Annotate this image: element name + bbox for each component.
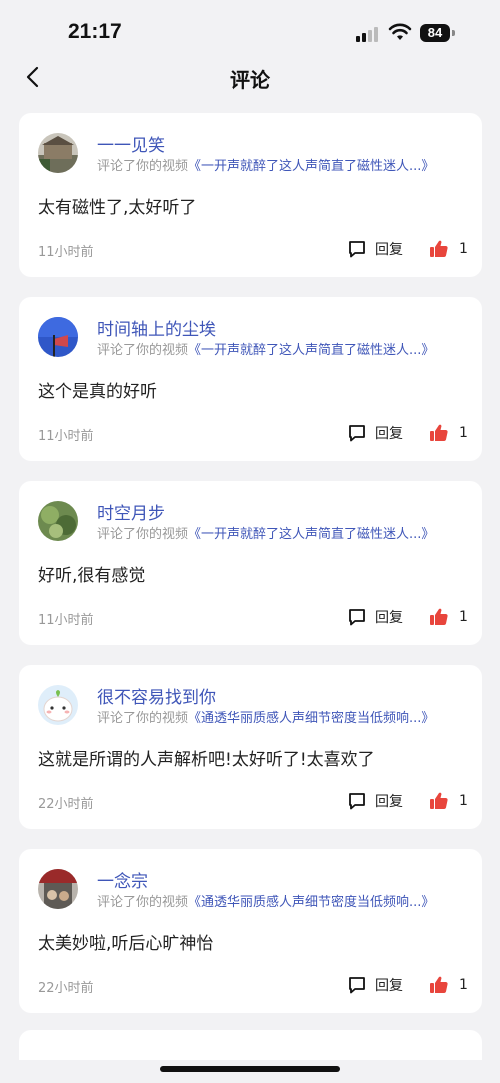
- comment-time: 11小时前: [38, 429, 94, 444]
- action-text: 评论了你的视频: [97, 343, 189, 358]
- comment-time: 11小时前: [38, 613, 94, 628]
- comment-card[interactable]: 一一见笑 评论了你的视频《一开声就醉了这人声简直了磁性迷人...》 太有磁性了,…: [19, 113, 482, 277]
- reply-button[interactable]: 回复: [347, 238, 403, 260]
- comment-text: 这就是所谓的人声解析吧!太好听了!太喜欢了: [38, 750, 375, 770]
- like-button[interactable]: 1: [429, 606, 468, 628]
- comment-text: 太有磁性了,太好听了: [38, 198, 197, 218]
- comment-text: 这个是真的好听: [38, 382, 157, 402]
- comment-card[interactable]: 很不容易找到你 评论了你的视频《通透华丽质感人声细节密度当低频响...》 这就是…: [19, 665, 482, 829]
- avatar[interactable]: [38, 501, 78, 541]
- reply-button[interactable]: 回复: [347, 606, 403, 628]
- reply-button[interactable]: 回复: [347, 974, 403, 996]
- video-link[interactable]: 《一开声就醉了这人声简直了磁性迷人...》: [188, 159, 434, 174]
- reply-icon: [349, 241, 365, 258]
- reply-button[interactable]: 回复: [347, 422, 403, 444]
- like-count: 1: [459, 241, 468, 257]
- comment-time: 22小时前: [38, 981, 94, 996]
- reply-label: 回复: [375, 610, 403, 626]
- reply-icon: [349, 793, 365, 810]
- reply-icon: [349, 977, 365, 994]
- video-link[interactable]: 《通透华丽质感人声细节密度当低频响...》: [188, 895, 434, 910]
- avatar[interactable]: [38, 133, 78, 173]
- reply-label: 回复: [375, 794, 403, 810]
- thumbs-up-icon: [430, 976, 448, 993]
- video-link[interactable]: 《通透华丽质感人声细节密度当低频响...》: [188, 711, 434, 726]
- comment-time: 22小时前: [38, 797, 94, 812]
- wifi-icon: [388, 23, 412, 40]
- page-title: 评论: [230, 68, 270, 92]
- comment-card[interactable]: 时间轴上的尘埃 评论了你的视频《一开声就醉了这人声简直了磁性迷人...》 这个是…: [19, 297, 482, 461]
- comment-card[interactable]: 一念宗 评论了你的视频《通透华丽质感人声细节密度当低频响...》 太美妙啦,听后…: [19, 849, 482, 1013]
- like-button[interactable]: 1: [429, 974, 468, 996]
- comment-card[interactable]: 时空月步 评论了你的视频《一开声就醉了这人声简直了磁性迷人...》 好听,很有感…: [19, 481, 482, 645]
- reply-label: 回复: [375, 978, 403, 994]
- video-link[interactable]: 《一开声就醉了这人声简直了磁性迷人...》: [188, 343, 434, 358]
- status-time: 21:17: [68, 20, 122, 43]
- like-button[interactable]: 1: [429, 422, 468, 444]
- status-bar: 21:17 84: [0, 0, 500, 62]
- comment-text: 太美妙啦,听后心旷神怡: [38, 934, 214, 954]
- like-button[interactable]: 1: [429, 790, 468, 812]
- commenter-name[interactable]: 时间轴上的尘埃: [97, 315, 216, 340]
- nav-bar: 评论: [0, 56, 500, 100]
- like-button[interactable]: 1: [429, 238, 468, 260]
- avatar[interactable]: [38, 317, 78, 357]
- like-count: 1: [459, 609, 468, 625]
- next-comment-card: [19, 1030, 482, 1060]
- battery-tip: [452, 30, 455, 36]
- commenter-name[interactable]: 一一见笑: [97, 131, 165, 156]
- comment-context: 评论了你的视频《一开声就醉了这人声简直了磁性迷人...》: [97, 339, 434, 358]
- action-text: 评论了你的视频: [97, 895, 189, 910]
- home-indicator: [160, 1066, 340, 1072]
- thumbs-up-icon: [430, 792, 448, 809]
- reply-label: 回复: [375, 242, 403, 258]
- avatar[interactable]: [38, 869, 78, 909]
- commenter-name[interactable]: 很不容易找到你: [97, 683, 216, 708]
- comment-context: 评论了你的视频《通透华丽质感人声细节密度当低频响...》: [97, 707, 434, 726]
- commenter-name[interactable]: 时空月步: [97, 499, 165, 524]
- comment-time: 11小时前: [38, 245, 94, 260]
- reply-icon: [349, 609, 365, 626]
- commenter-name[interactable]: 一念宗: [97, 867, 148, 892]
- comment-context: 评论了你的视频《一开声就醉了这人声简直了磁性迷人...》: [97, 155, 434, 174]
- like-count: 1: [459, 977, 468, 993]
- comment-text: 好听,很有感觉: [38, 566, 146, 586]
- thumbs-up-icon: [430, 424, 448, 441]
- comment-context: 评论了你的视频《通透华丽质感人声细节密度当低频响...》: [97, 891, 434, 910]
- thumbs-up-icon: [430, 240, 448, 257]
- reply-button[interactable]: 回复: [347, 790, 403, 812]
- action-text: 评论了你的视频: [97, 711, 189, 726]
- action-text: 评论了你的视频: [97, 527, 189, 542]
- battery-icon: 84: [420, 24, 450, 42]
- reply-label: 回复: [375, 426, 403, 442]
- thumbs-up-icon: [430, 608, 448, 625]
- comment-context: 评论了你的视频《一开声就醉了这人声简直了磁性迷人...》: [97, 523, 434, 542]
- avatar[interactable]: [38, 685, 78, 725]
- action-text: 评论了你的视频: [97, 159, 189, 174]
- like-count: 1: [459, 793, 468, 809]
- video-link[interactable]: 《一开声就醉了这人声简直了磁性迷人...》: [188, 527, 434, 542]
- cellular-signal-icon: [356, 26, 380, 42]
- reply-icon: [349, 425, 365, 442]
- like-count: 1: [459, 425, 468, 441]
